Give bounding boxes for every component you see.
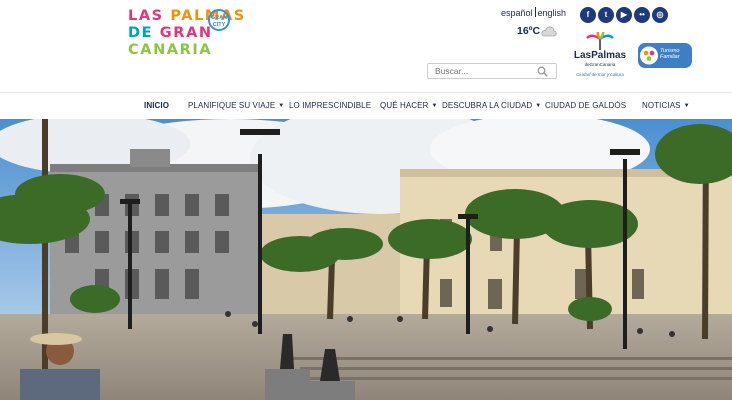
twitter-icon[interactable]: t xyxy=(598,7,614,23)
facebook-icon[interactable]: f xyxy=(580,7,596,23)
language-switcher: español english xyxy=(501,7,566,18)
main-nav: Inicio Planifique su viaje ▼ Lo imprescin… xyxy=(0,92,732,119)
turismo-familiar-text: Turismo Familiar xyxy=(660,48,680,60)
turismo-familiar-badge[interactable]: Turismo Familiar xyxy=(638,43,692,68)
brand-subtitle: deGranCanaria xyxy=(584,62,616,67)
language-spanish-link[interactable]: español xyxy=(501,8,533,18)
gran-city-badge: GRAN CITY xyxy=(208,9,230,31)
chevron-down-icon: ▼ xyxy=(535,103,542,109)
nav-item-noticias[interactable]: Noticias ▼ xyxy=(642,101,690,110)
weather-temperature: 16ºC xyxy=(517,25,541,37)
nav-item-descubra-la-ciudad[interactable]: Descubra la ciudad ▼ xyxy=(442,101,541,110)
nav-item-inicio[interactable]: Inicio xyxy=(144,101,169,110)
instagram-icon[interactable]: ◎ xyxy=(652,7,668,23)
brand-name: LasPalmas xyxy=(573,50,627,61)
chevron-down-icon: ▼ xyxy=(278,103,285,109)
flickr-icon[interactable]: •• xyxy=(634,7,650,23)
nav-item-que-hacer[interactable]: Qué hacer ▼ xyxy=(380,101,438,110)
chevron-down-icon: ▼ xyxy=(683,103,690,109)
las-palmas-brand-logo[interactable]: LasPalmas deGranCanaria Ciudad de mar y … xyxy=(572,32,628,80)
nav-item-planifique-su-viaje[interactable]: Planifique su viaje ▼ xyxy=(188,101,284,110)
language-english-link[interactable]: english xyxy=(538,8,567,18)
brand-tagline: Ciudad de mar y cultura xyxy=(576,72,624,77)
search-icon[interactable] xyxy=(537,66,548,77)
nav-item-ciudad-de-galdos[interactable]: Ciudad de Galdós xyxy=(545,101,626,110)
language-divider xyxy=(534,7,536,17)
palm-logo-icon xyxy=(586,32,614,50)
chevron-down-icon: ▼ xyxy=(431,103,438,109)
logo-line-3: CANARIA xyxy=(128,42,213,58)
site-header: LAS PALMAS DE GRAN CANARIA GRAN CITY espa… xyxy=(0,0,732,92)
youtube-icon[interactable]: ▶ xyxy=(616,7,632,23)
cloud-icon xyxy=(541,26,557,37)
nav-item-lo-imprescindible[interactable]: Lo imprescindible xyxy=(289,101,371,110)
hero-plaza-image xyxy=(0,119,732,400)
